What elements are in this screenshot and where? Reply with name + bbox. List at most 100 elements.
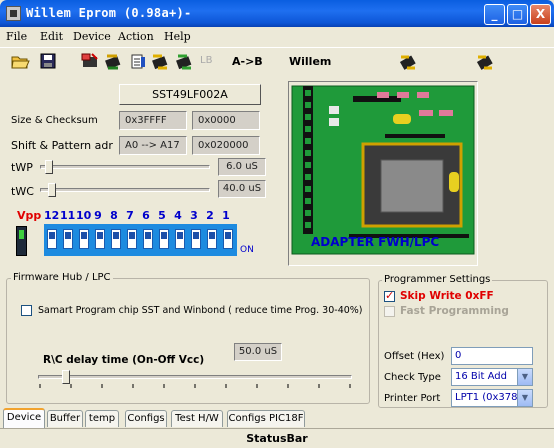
offset-label: Offset (Hex) [384,351,445,362]
dip-switch[interactable] [47,229,57,249]
tab-temp[interactable]: temp [85,410,119,427]
open-folder-icon[interactable] [10,51,30,71]
dip-switch[interactable] [223,229,233,249]
tab-buffer[interactable]: Buffer [47,410,83,427]
dip-switch[interactable] [127,229,137,249]
fast-programming-checkbox[interactable] [384,306,395,317]
twp-slider-thumb[interactable] [44,160,53,174]
program-chip-icon[interactable] [150,51,170,71]
smart-program-label: Samart Program chip SST and Winbond ( re… [38,305,363,316]
chip-config-icon[interactable] [398,51,418,71]
status-bar: StatusBar [0,428,554,448]
checksum-value: 0x0000 [192,111,260,130]
menu-bar: File Edit Device Action Help [0,27,554,46]
dip-switch[interactable] [111,229,121,249]
save-disk-icon[interactable] [38,51,58,71]
rc-delay-label: R\C delay time (On-Off Vcc) [43,354,205,366]
twc-slider-thumb[interactable] [48,183,57,197]
menu-edit[interactable]: Edit [40,30,63,43]
shift-pattern-label: Shift & Pattern adr [11,139,113,152]
check-type-value: 16 Bit Add [455,371,508,382]
twc-value: 40.0 uS [218,180,266,198]
dip-switch[interactable] [143,229,153,249]
dip-on-label: ON [240,245,254,255]
programmer-settings-title: Programmer Settings [382,274,493,285]
dip-switch[interactable] [191,229,201,249]
chevron-down-icon[interactable]: ▼ [517,369,532,385]
tab-test-hw[interactable]: Test H/W [171,410,223,427]
chevron-down-icon[interactable]: ▼ [517,390,532,406]
printer-port-select[interactable]: LPT1 (0x378) ▼ [451,389,533,407]
minimize-button[interactable]: _ [484,4,505,25]
dip-pin-number: 9 [94,209,102,222]
adapter-caption: ADAPTER FWH/LPC [311,235,440,249]
pattern-value: 0x020000 [192,136,260,155]
lb-button[interactable]: LB [200,55,212,66]
skip-write-label: Skip Write 0xFF [400,290,494,302]
rc-delay-slider-ticks [39,384,351,388]
tab-device[interactable]: Device [3,408,45,428]
offset-input[interactable]: 0 [451,347,533,365]
smart-program-checkbox[interactable] [21,305,32,316]
dip-pin-number: 2 [206,209,214,222]
status-text: StatusBar [246,432,308,445]
rc-delay-slider-track[interactable] [38,375,352,379]
size-value: 0x3FFFF [119,111,187,130]
title-bar[interactable]: Willem Eprom (0.98a+)- _ □ X [0,0,554,27]
dip-pin-number: 5 [158,209,166,222]
dip-pin-number: 11 [60,209,76,222]
dip-pin-number: 8 [110,209,118,222]
tab-configs-pic18f[interactable]: Configs PIC18F [227,410,305,427]
window-title: Willem Eprom (0.98a+)- [26,6,192,20]
close-button[interactable]: X [530,4,551,25]
erase-chip-icon[interactable] [80,51,100,71]
rc-delay-value: 50.0 uS [234,343,282,361]
read-chip-icon[interactable] [103,51,123,71]
skip-write-checkbox[interactable] [384,289,395,302]
a-to-b-button[interactable]: A->B [232,55,263,68]
fast-programming-label: Fast Programming [400,305,509,317]
dip-pin-number: 4 [174,209,182,222]
vpp-label: Vpp [17,209,42,222]
printer-port-label: Printer Port [384,393,441,404]
dip-switch[interactable] [79,229,89,249]
menu-action[interactable]: Action [118,30,154,43]
dip-pin-number: 6 [142,209,150,222]
chip-select-icon[interactable] [475,51,495,71]
twp-label: tWP [11,161,33,174]
app-icon[interactable] [6,6,21,21]
maximize-button[interactable]: □ [507,4,528,25]
check-type-select[interactable]: 16 Bit Add ▼ [451,368,533,386]
willem-button[interactable]: Willem [289,55,331,68]
shift-value: A0 --> A17 [119,136,187,155]
chip-name-button[interactable]: SST49LF002A [119,84,261,105]
verify-chip-icon[interactable] [128,51,148,71]
menu-file[interactable]: File [6,30,27,43]
dip-switch[interactable] [175,229,185,249]
dip-switch-bank [44,224,237,256]
twp-value: 6.0 uS [218,158,266,176]
size-checksum-label: Size & Checksum [11,115,98,126]
menu-help[interactable]: Help [164,30,191,43]
vpp-switch[interactable] [16,226,27,256]
dip-pin-number: 3 [190,209,198,222]
dip-switch[interactable] [159,229,169,249]
dip-switch[interactable] [95,229,105,249]
dip-switch[interactable] [63,229,73,249]
twc-slider-track[interactable] [40,188,210,192]
twp-slider-track[interactable] [40,165,210,169]
tab-configs[interactable]: Configs [125,410,167,427]
rc-delay-slider-thumb[interactable] [62,370,71,384]
firmware-hub-title: Firmware Hub / LPC [11,272,113,283]
check-type-label: Check Type [384,372,441,383]
blank-check-icon[interactable] [174,51,194,71]
twc-label: tWC [11,185,34,198]
dip-pin-number: 12 [44,209,60,222]
dip-pin-number: 1 [222,209,230,222]
toolbar: LB A->B Willem [0,47,554,73]
menu-device[interactable]: Device [73,30,111,43]
printer-port-value: LPT1 (0x378) [455,392,522,403]
dip-pin-number: 7 [126,209,134,222]
dip-pin-number: 10 [76,209,92,222]
dip-switch[interactable] [207,229,217,249]
